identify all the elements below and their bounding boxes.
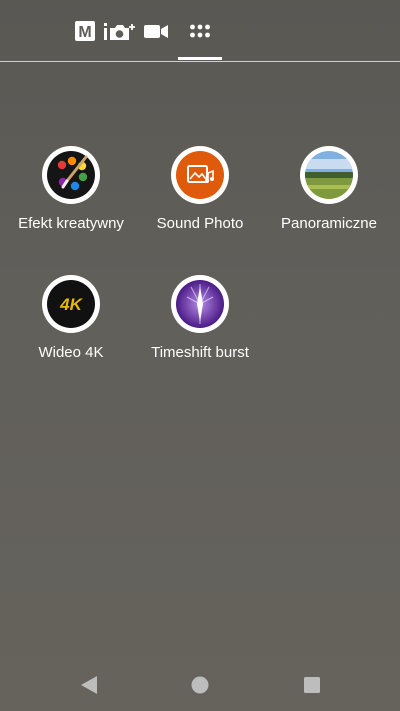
video-camera-icon[interactable] [143,20,169,42]
video-4k-icon: 4K [42,275,100,333]
app-video-4k[interactable]: 4K Wideo 4K [6,274,136,361]
app-timeshift-burst[interactable]: Timeshift burst [135,274,265,361]
back-icon[interactable] [78,674,100,696]
navigation-bar [0,660,400,711]
active-mode-indicator [178,57,222,60]
app-label: Panoramiczne [281,215,377,232]
app-sound-photo[interactable]: Sound Photo [135,145,265,232]
app-label: Efekt kreatywny [18,215,124,232]
app-label: Timeshift burst [151,344,249,361]
mode-bar-divider [0,61,400,62]
camera-mode-bar: M [0,0,400,62]
superior-auto-icon[interactable] [103,20,139,42]
app-label: Sound Photo [156,215,244,232]
svg-text:M: M [78,24,91,41]
app-panorama[interactable]: Panoramiczne [264,145,394,232]
timeshift-burst-icon [171,275,229,333]
home-icon[interactable] [189,674,211,696]
recents-icon[interactable] [301,674,323,696]
app-label: Wideo 4K [38,344,104,361]
panorama-icon [300,146,358,204]
svg-text:4K: 4K [59,295,83,314]
app-creative-effect[interactable]: Efekt kreatywny [6,145,136,232]
manual-mode-icon[interactable]: M [74,20,96,42]
more-modes-icon[interactable] [189,20,211,42]
palette-icon [42,146,100,204]
sound-photo-icon [171,146,229,204]
